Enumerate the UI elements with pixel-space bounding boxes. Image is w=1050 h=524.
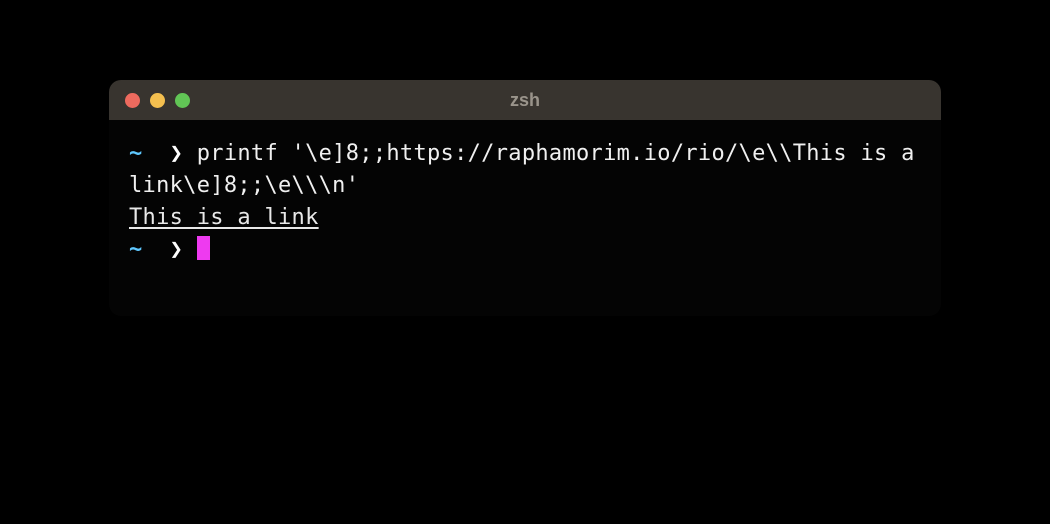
prompt-arrow: ❯ xyxy=(170,237,184,262)
close-icon[interactable] xyxy=(125,93,140,108)
terminal-window: zsh ~ ❯ printf '\e]8;;https://raphamorim… xyxy=(109,80,941,316)
command-text: printf '\e]8;;https://raphamorim.io/rio/… xyxy=(129,141,928,198)
titlebar: zsh xyxy=(109,80,941,120)
cursor xyxy=(197,236,210,260)
traffic-lights xyxy=(125,93,190,108)
terminal-body[interactable]: ~ ❯ printf '\e]8;;https://raphamorim.io/… xyxy=(109,120,941,316)
minimize-icon[interactable] xyxy=(150,93,165,108)
prompt-tilde: ~ xyxy=(129,141,143,166)
prompt-tilde: ~ xyxy=(129,237,143,262)
window-title: zsh xyxy=(510,90,540,111)
command-line-2: ~ ❯ xyxy=(129,234,921,266)
maximize-icon[interactable] xyxy=(175,93,190,108)
command-line-1: ~ ❯ printf '\e]8;;https://raphamorim.io/… xyxy=(129,138,921,202)
prompt-arrow: ❯ xyxy=(170,141,184,166)
output-line: This is a link xyxy=(129,202,921,234)
hyperlink-output[interactable]: This is a link xyxy=(129,205,319,230)
